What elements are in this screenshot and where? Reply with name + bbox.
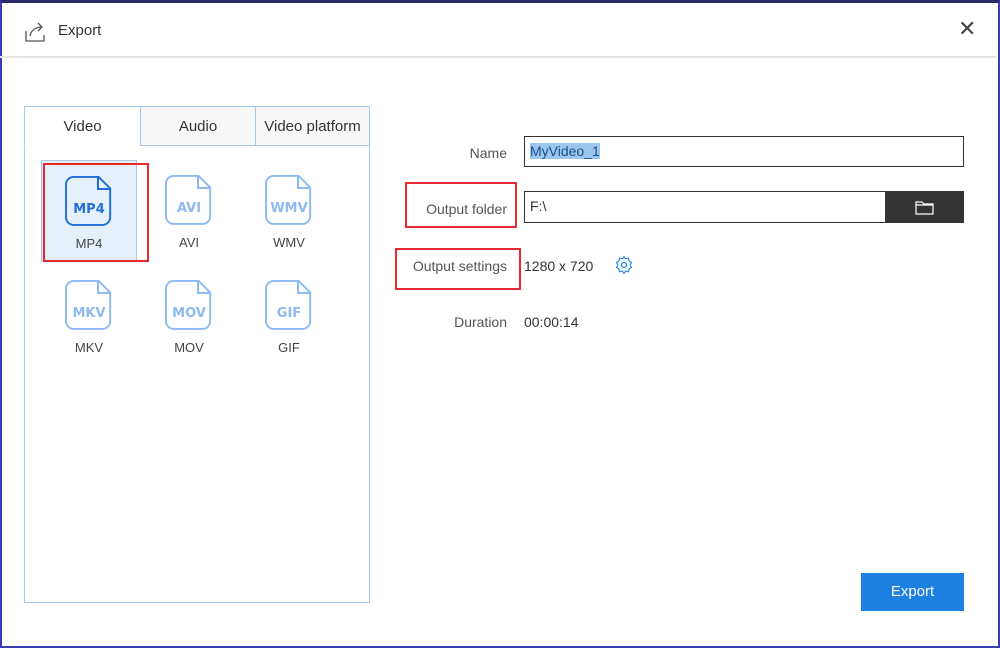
tab-audio[interactable]: Audio — [140, 106, 256, 146]
title-bar — [0, 0, 996, 58]
format-avi[interactable]: AVI AVI — [141, 160, 237, 262]
duration-value: 00:00:14 — [524, 314, 579, 330]
format-mov[interactable]: MOV MOV — [141, 265, 237, 367]
tab-video-platform[interactable]: Video platform — [255, 106, 370, 146]
settings-gear-icon[interactable] — [614, 255, 634, 275]
format-label: WMV — [273, 235, 305, 250]
format-mkv[interactable]: MKV MKV — [41, 265, 137, 367]
svg-text:WMV: WMV — [270, 201, 307, 216]
folder-icon — [915, 201, 934, 215]
format-label: GIF — [278, 340, 300, 355]
format-label: MKV — [74, 340, 104, 355]
svg-text:MOV: MOV — [172, 306, 206, 321]
close-icon[interactable]: ✕ — [958, 16, 976, 42]
highlight-box — [405, 182, 517, 228]
dialog-title: Export — [58, 22, 102, 39]
name-input[interactable]: MyVideo_1 — [524, 136, 964, 167]
name-label: Name — [469, 145, 507, 161]
svg-text:GIF: GIF — [277, 306, 301, 321]
export-icon — [25, 22, 45, 42]
browse-folder-button[interactable] — [885, 191, 964, 223]
svg-text:AVI: AVI — [177, 201, 201, 216]
output-folder-input[interactable]: F:\ — [524, 191, 886, 223]
highlight-box — [395, 248, 521, 290]
format-label: MOV — [174, 340, 204, 355]
tab-video[interactable]: Video — [24, 106, 141, 146]
highlight-box — [43, 163, 149, 262]
name-value: MyVideo_1 — [530, 143, 600, 159]
svg-text:MKV: MKV — [72, 306, 105, 321]
export-button[interactable]: Export — [861, 573, 964, 611]
file-format-icon: WMV — [265, 174, 312, 225]
duration-label: Duration — [454, 314, 507, 330]
output-settings-value: 1280 x 720 — [524, 258, 594, 274]
file-format-icon: GIF — [265, 279, 312, 330]
file-format-icon: AVI — [165, 174, 212, 225]
file-format-icon: MKV — [65, 279, 112, 330]
file-format-icon: MOV — [165, 279, 212, 330]
format-label: AVI — [179, 235, 199, 250]
